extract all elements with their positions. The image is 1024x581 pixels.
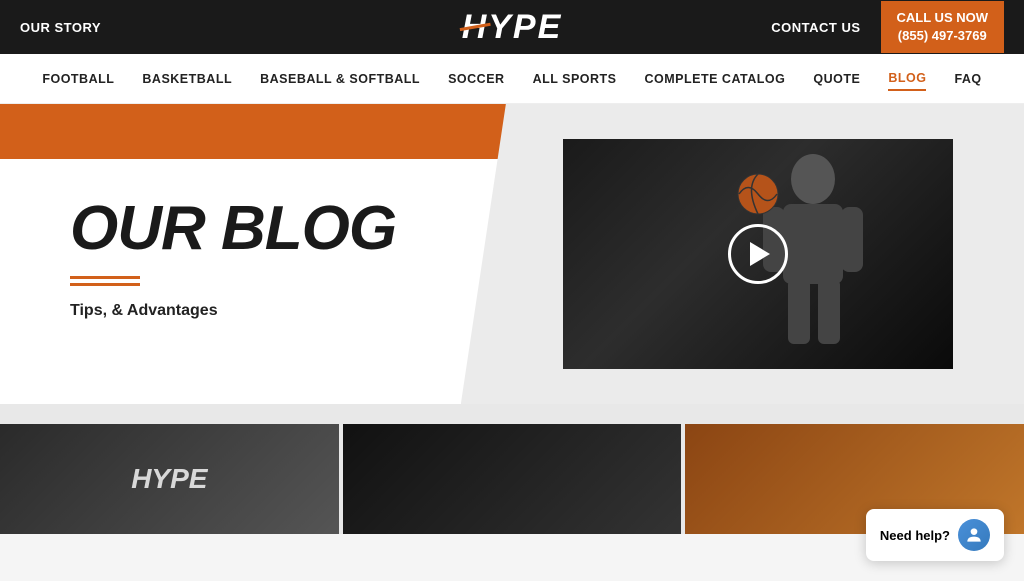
contact-us-link[interactable]: CONTACT US bbox=[771, 20, 860, 35]
divider-decoration bbox=[70, 276, 462, 286]
chat-widget[interactable]: Need help? bbox=[866, 509, 1004, 561]
nav-faq[interactable]: FAQ bbox=[954, 68, 981, 90]
nav-bar: FOOTBALL BASKETBALL BASEBALL & SOFTBALL … bbox=[0, 54, 1024, 104]
nav-all-sports[interactable]: ALL SPORTS bbox=[533, 68, 617, 90]
card-item-2[interactable] bbox=[343, 424, 682, 534]
card-1-label: HYPE bbox=[131, 463, 207, 495]
video-thumbnail[interactable] bbox=[563, 139, 953, 369]
top-bar: OUR STORY HYPE CONTACT US CALL US NOW (8… bbox=[0, 0, 1024, 54]
logo-text: HYPE bbox=[462, 8, 563, 47]
hero-right bbox=[512, 104, 1024, 404]
blog-subtitle: Tips, & Advantages bbox=[70, 302, 462, 320]
card-item-1[interactable]: HYPE bbox=[0, 424, 339, 534]
hero-left: OUR BLOG Tips, & Advantages bbox=[0, 104, 512, 404]
nav-baseball-softball[interactable]: BASEBALL & SOFTBALL bbox=[260, 68, 420, 90]
play-button[interactable] bbox=[728, 224, 788, 284]
chat-avatar bbox=[958, 519, 990, 551]
our-story-link[interactable]: OUR STORY bbox=[20, 20, 101, 35]
nav-blog[interactable]: BLOG bbox=[888, 67, 926, 91]
play-icon bbox=[750, 242, 770, 266]
logo-h: H bbox=[462, 8, 489, 47]
nav-complete-catalog[interactable]: COMPLETE CATALOG bbox=[645, 68, 786, 90]
logo[interactable]: HYPE bbox=[462, 8, 563, 47]
nav-football[interactable]: FOOTBALL bbox=[42, 68, 114, 90]
chat-label: Need help? bbox=[880, 528, 950, 543]
top-bar-right: CONTACT US CALL US NOW (855) 497-3769 bbox=[771, 1, 1004, 53]
nav-quote[interactable]: QUOTE bbox=[813, 68, 860, 90]
hero-section: OUR BLOG Tips, & Advantages bbox=[0, 104, 1024, 404]
nav-soccer[interactable]: SOCCER bbox=[448, 68, 504, 90]
nav-basketball[interactable]: BASKETBALL bbox=[142, 68, 232, 90]
divider-line-1 bbox=[70, 276, 140, 279]
call-us-button[interactable]: CALL US NOW (855) 497-3769 bbox=[881, 1, 1004, 53]
blog-title: OUR BLOG bbox=[70, 198, 462, 260]
divider-line-2 bbox=[70, 283, 140, 286]
